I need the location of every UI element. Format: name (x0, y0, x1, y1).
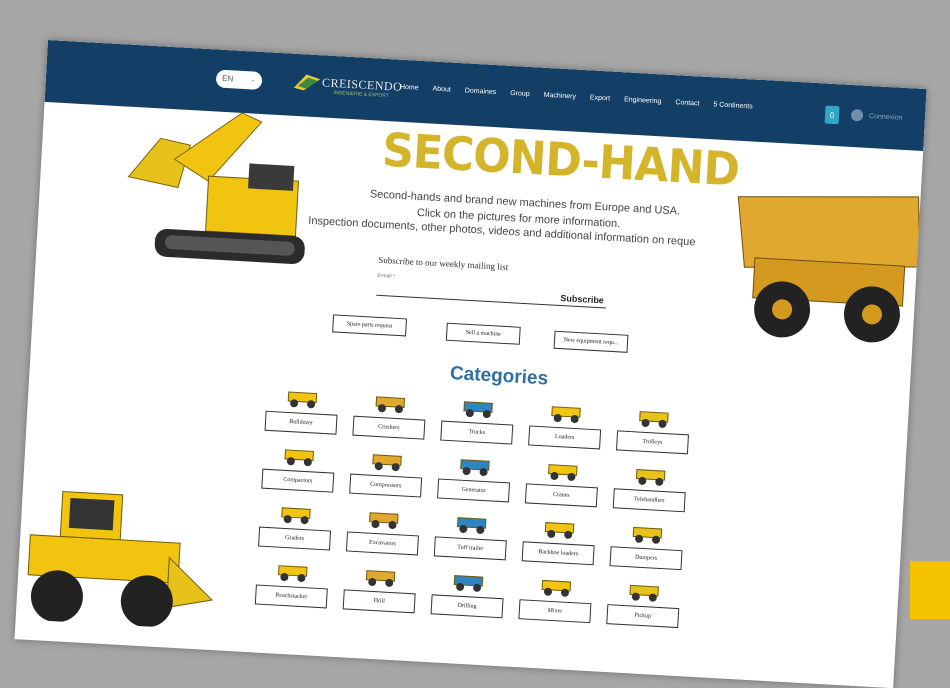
category-excavators[interactable]: Excavators (345, 505, 420, 569)
category-telehandlers[interactable]: Telehandlers (612, 462, 687, 526)
category-label: Generator (437, 478, 511, 503)
nav-contact[interactable]: Contact (675, 99, 699, 107)
category-machine-icon (460, 459, 490, 476)
sell-a-machine-button[interactable]: Sell a machine (445, 322, 521, 345)
category-backhoe-loaders[interactable]: Backhoe loaders (521, 515, 596, 579)
category-label: Compressors (349, 473, 423, 498)
category-label: Loaders (528, 425, 602, 450)
haul-truck-image (737, 196, 921, 343)
yellow-corner-decoration (910, 561, 950, 619)
category-machine-icon (284, 449, 314, 467)
category-machine-icon (287, 391, 318, 409)
category-machine-icon (369, 512, 399, 529)
category-label: Trucks (440, 420, 514, 445)
cart-count: 0 (829, 110, 835, 120)
category-machine-icon (365, 570, 396, 587)
category-label: Bulldozer (264, 410, 338, 435)
category-machine-icon (372, 454, 402, 472)
user-avatar-icon (850, 108, 864, 122)
category-label: Drilling (430, 594, 504, 619)
main-nav: Home About Domaines Group Machinery Expo… (400, 84, 753, 111)
category-label: Compactors (261, 468, 335, 493)
category-label: Reachstacker (254, 584, 328, 609)
shopping-bag-icon[interactable]: 0 (824, 105, 840, 125)
category-label: Backhoe loaders (521, 541, 595, 566)
category-label: Mixer (518, 599, 592, 624)
subscribe-button[interactable]: Subscribe (560, 293, 604, 305)
category-mixer[interactable]: Mixer (518, 573, 593, 637)
category-machine-icon (456, 517, 487, 534)
website-page: EN ⌄ CREISCENDO INGENIERIE & EXPORT Home… (14, 40, 927, 688)
nav-home[interactable]: Home (400, 84, 419, 92)
category-machine-icon (277, 565, 308, 582)
category-pickup[interactable]: Pickup (605, 578, 680, 642)
category-label: Drill (342, 589, 416, 614)
category-compactors[interactable]: Compactors (261, 443, 336, 507)
category-tuff-trailer[interactable]: Tuff trailer (433, 510, 508, 574)
category-trolleys[interactable]: Trolleys (615, 404, 690, 468)
nav-engineering[interactable]: Engineering (624, 96, 662, 105)
category-machine-icon (375, 396, 406, 414)
category-label: Cranes (524, 483, 598, 508)
nav-export[interactable]: Export (590, 94, 611, 102)
nav-group[interactable]: Group (510, 90, 530, 98)
mining-excavator-image (127, 112, 305, 264)
category-label: Excavators (345, 531, 419, 556)
category-label: Crushers (352, 415, 426, 440)
chevron-down-icon: ⌄ (250, 76, 257, 84)
language-value: EN (221, 73, 234, 84)
category-machine-icon (453, 575, 484, 592)
category-loaders[interactable]: Loaders (527, 400, 602, 464)
login-label: Connexion (868, 112, 903, 122)
category-machine-icon (629, 584, 659, 602)
category-machine-icon (548, 464, 578, 481)
category-machine-icon (463, 401, 493, 419)
category-machine-icon (281, 507, 311, 525)
category-crushers[interactable]: Crushers (352, 390, 427, 454)
logo-mark-icon (293, 74, 321, 91)
spare-parts-request-button[interactable]: Spare parts request (332, 314, 408, 337)
logo[interactable]: CREISCENDO INGENIERIE & EXPORT (291, 68, 403, 104)
category-reachstacker[interactable]: Reachstacker (254, 558, 329, 622)
category-label: Tuff trailer (433, 536, 507, 561)
wheel-loader-image (27, 491, 214, 628)
category-cranes[interactable]: Cranes (524, 457, 599, 521)
category-dumpers[interactable]: Dumpers (609, 520, 684, 584)
category-label: Telehandlers (612, 488, 686, 513)
category-trucks[interactable]: Trucks (439, 395, 514, 459)
category-drilling[interactable]: Drilling (430, 568, 505, 632)
category-machine-icon (551, 406, 581, 423)
category-machine-icon (635, 469, 666, 486)
nav-domaines[interactable]: Domaines (465, 87, 497, 96)
category-machine-icon (639, 411, 669, 428)
nav-about[interactable]: About (432, 86, 451, 94)
login-link[interactable]: Connexion (850, 108, 903, 124)
category-label: Dumpers (609, 546, 683, 571)
category-label: Graders (258, 526, 332, 551)
category-graders[interactable]: Graders (257, 501, 332, 565)
category-drill[interactable]: Drill (342, 563, 417, 627)
category-generator[interactable]: Generator (436, 453, 511, 517)
newsletter-label: Subscribe to our weekly mailing list (377, 254, 509, 273)
language-select[interactable]: EN ⌄ (215, 69, 263, 90)
new-equipment-request-button[interactable]: New equipment requ... (553, 330, 629, 353)
email-field-label: E-mail * (377, 272, 396, 280)
category-label: Pickup (606, 604, 680, 629)
category-machine-icon (632, 526, 663, 544)
category-machine-icon (541, 579, 572, 597)
category-bulldozer[interactable]: Bulldozer (264, 385, 339, 449)
nav-machinery[interactable]: Machinery (543, 92, 576, 101)
category-compressors[interactable]: Compressors (348, 448, 423, 512)
categories-heading: Categories (449, 362, 549, 390)
category-label: Trolleys (615, 430, 689, 455)
nav-5-continents[interactable]: 5 Continents (713, 101, 753, 110)
category-machine-icon (544, 522, 575, 539)
